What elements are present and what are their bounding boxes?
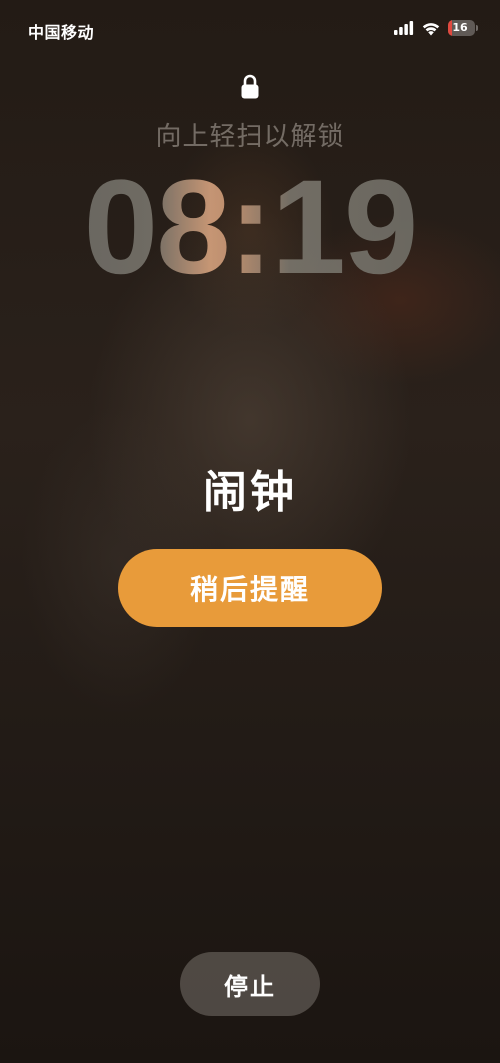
stop-button[interactable]: 停止 — [180, 952, 320, 1016]
stop-label: 停止 — [224, 972, 276, 1001]
alarm-title: 闹钟 — [203, 467, 297, 518]
lock-screen: 中国移动 16 向上轻扫以解锁 08:19 闹钟 稍后提醒 停止 — [0, 0, 500, 1063]
clock-time: 08:19 — [0, 148, 500, 308]
battery-body: 16 — [448, 20, 475, 36]
status-icons: 16 — [394, 20, 478, 36]
wifi-icon — [422, 22, 440, 35]
cellular-signal-icon — [394, 21, 414, 35]
battery-level: 16 — [452, 21, 468, 34]
snooze-label: 稍后提醒 — [189, 573, 310, 606]
snooze-button[interactable]: 稍后提醒 — [118, 549, 382, 627]
battery-icon: 16 — [448, 20, 478, 36]
battery-nub — [476, 25, 478, 31]
status-bar: 中国移动 16 — [0, 0, 500, 60]
carrier-name: 中国移动 — [28, 23, 95, 42]
lock-icon — [241, 74, 259, 99]
